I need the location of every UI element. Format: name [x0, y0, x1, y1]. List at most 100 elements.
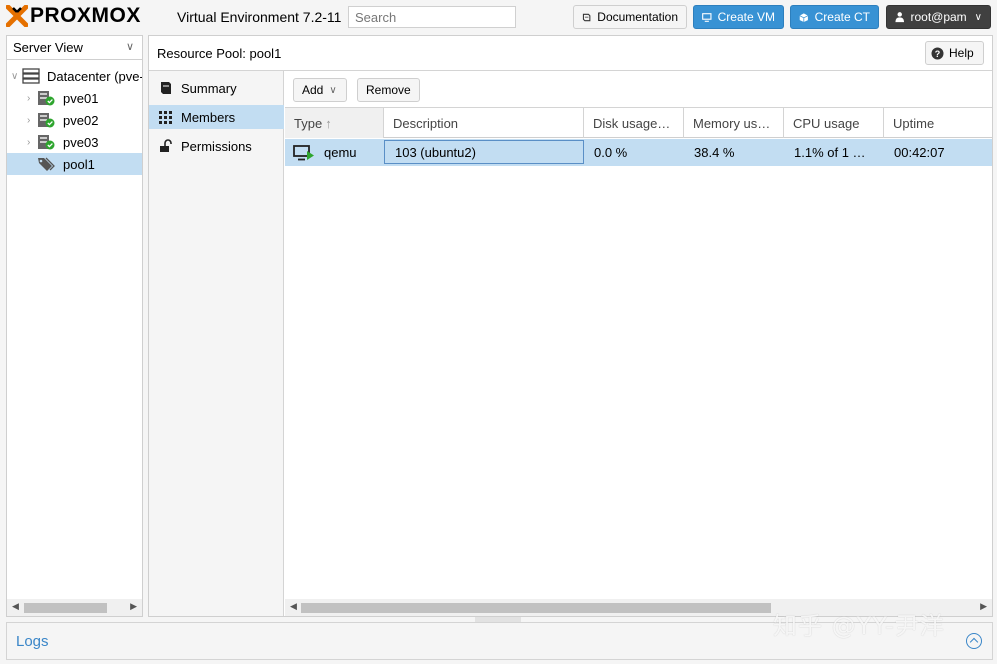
tree-label-pool1: pool1	[63, 156, 95, 172]
nav-summary[interactable]: Summary	[149, 76, 284, 100]
main-panel: Resource Pool: pool1 ? Help Summary Memb…	[148, 35, 993, 617]
cell-type-value: qemu	[324, 145, 357, 160]
column-label-type: Type	[294, 115, 323, 131]
column-header-type[interactable]: Type ↑	[285, 108, 384, 138]
add-label: Add	[302, 83, 324, 97]
unlock-icon	[160, 139, 172, 152]
nav-permissions[interactable]: Permissions	[149, 134, 284, 158]
chevron-down-icon: ∨	[329, 84, 337, 96]
tree-item-pool1[interactable]: pool1	[7, 153, 142, 175]
expand-arrow-icon[interactable]: ›	[27, 93, 30, 104]
book-icon	[161, 82, 171, 94]
tree-horizontal-scrollbar[interactable]: ◀ ▶	[7, 599, 142, 616]
cell-disk-value: 0.0 %	[594, 145, 628, 160]
sort-ascending-icon: ↑	[325, 115, 332, 131]
nav-summary-label: Summary	[181, 80, 237, 96]
column-header-cpu[interactable]: CPU usage	[784, 108, 884, 138]
search-input[interactable]	[348, 6, 516, 28]
scroll-left-icon[interactable]: ◀	[12, 601, 19, 612]
resource-tree: ∨ Datacenter (pve- › pve01 › pve02 › pve…	[7, 65, 142, 175]
column-header-uptime[interactable]: Uptime	[884, 108, 992, 138]
tree-item-pve02[interactable]: › pve02	[7, 109, 142, 131]
cell-disk: 0.0 %	[584, 139, 684, 166]
cell-cpu: 1.1% of 1 …	[784, 139, 884, 166]
vm-running-icon	[293, 144, 314, 160]
svg-text:?: ?	[935, 49, 941, 59]
top-header: PROXMOX Virtual Environment 7.2-11 Docum…	[0, 0, 997, 34]
create-ct-button[interactable]: Create CT	[790, 5, 879, 29]
logs-label: Logs	[16, 633, 49, 650]
desktop-icon	[702, 12, 712, 22]
help-button[interactable]: ? Help	[925, 41, 984, 65]
nav-members-label: Members	[181, 109, 236, 125]
user-icon	[895, 12, 905, 23]
scroll-left-icon[interactable]: ◀	[290, 601, 297, 612]
cell-description-value: 103 (ubuntu2)	[395, 144, 476, 160]
cell-cpu-value: 1.1% of 1 …	[794, 145, 866, 160]
tree-item-pve01[interactable]: › pve01	[7, 87, 142, 109]
panel-title-bar: Resource Pool: pool1 ? Help	[149, 36, 992, 71]
column-label-uptime: Uptime	[893, 115, 935, 131]
chevron-down-icon: ∨	[974, 11, 982, 23]
server-online-icon	[38, 91, 55, 106]
cell-memory-value: 38.4 %	[694, 145, 735, 160]
server-view-select[interactable]: Server View ∨	[7, 36, 142, 60]
members-toolbar: Add ∨ Remove	[285, 71, 992, 108]
cell-memory: 38.4 %	[684, 139, 784, 166]
tree-label-datacenter: Datacenter (pve-	[47, 68, 142, 84]
cell-type: qemu	[285, 139, 384, 166]
scrollbar-thumb[interactable]	[24, 603, 107, 613]
tree-item-pve03[interactable]: › pve03	[7, 131, 142, 153]
add-button[interactable]: Add ∨	[293, 78, 347, 102]
server-view-label: Server View	[13, 40, 83, 55]
book-icon	[582, 13, 591, 21]
user-menu-button[interactable]: root@pam ∨	[886, 5, 991, 29]
expand-arrow-icon[interactable]: ›	[27, 115, 30, 126]
tree-label-pve02: pve02	[63, 112, 99, 128]
documentation-label: Documentation	[597, 10, 678, 24]
create-vm-button[interactable]: Create VM	[693, 5, 784, 29]
documentation-button[interactable]: Documentation	[573, 5, 687, 29]
scroll-right-icon[interactable]: ▶	[980, 601, 987, 612]
collapse-arrow-icon[interactable]: ∨	[11, 71, 18, 82]
cell-uptime: 00:42:07	[884, 139, 992, 166]
watermark: 知乎 @YY-尹洋	[773, 612, 945, 640]
column-label-cpu: CPU usage	[793, 115, 860, 131]
product-title: Virtual Environment 7.2-11	[177, 9, 342, 25]
create-vm-label: Create VM	[717, 10, 775, 24]
tree-label-pve03: pve03	[63, 134, 99, 150]
column-header-disk[interactable]: Disk usage…	[584, 108, 684, 138]
expand-up-icon[interactable]	[966, 633, 982, 649]
members-content: Add ∨ Remove Type ↑ Description Disk usa…	[285, 71, 992, 616]
question-circle-icon: ?	[931, 47, 944, 59]
proxmox-x-icon	[6, 5, 28, 27]
remove-label: Remove	[366, 83, 411, 97]
pool-subnav: Summary Members Permissions	[149, 71, 284, 616]
cell-description: 103 (ubuntu2)	[384, 140, 584, 164]
scroll-right-icon[interactable]: ▶	[130, 601, 137, 612]
grid-icon	[159, 111, 172, 124]
column-label-description: Description	[393, 115, 459, 131]
column-label-memory: Memory us…	[693, 115, 771, 131]
column-header-description[interactable]: Description	[384, 108, 584, 138]
cube-icon	[799, 12, 809, 22]
remove-button[interactable]: Remove	[357, 78, 420, 102]
server-online-icon	[38, 135, 55, 150]
server-online-icon	[38, 113, 55, 128]
page-title: Resource Pool: pool1	[157, 46, 282, 61]
expand-arrow-icon[interactable]: ›	[27, 137, 30, 148]
scrollbar-thumb[interactable]	[301, 603, 771, 613]
table-row[interactable]: qemu 103 (ubuntu2) 0.0 % 38.4 % 1.1% of …	[285, 139, 992, 166]
datacenter-icon	[22, 68, 40, 84]
tree-label-pve01: pve01	[63, 90, 99, 106]
cell-uptime-value: 00:42:07	[894, 145, 945, 160]
grid-header: Type ↑ Description Disk usage… Memory us…	[285, 108, 992, 138]
logo-text: PROXMOX	[30, 4, 141, 27]
create-ct-label: Create CT	[814, 10, 870, 24]
chevron-down-icon: ∨	[125, 41, 134, 53]
proxmox-logo: PROXMOX	[6, 3, 141, 29]
column-header-memory[interactable]: Memory us…	[684, 108, 784, 138]
nav-members[interactable]: Members	[149, 105, 284, 129]
tree-item-datacenter[interactable]: ∨ Datacenter (pve-	[7, 65, 142, 87]
tags-icon	[38, 157, 55, 171]
